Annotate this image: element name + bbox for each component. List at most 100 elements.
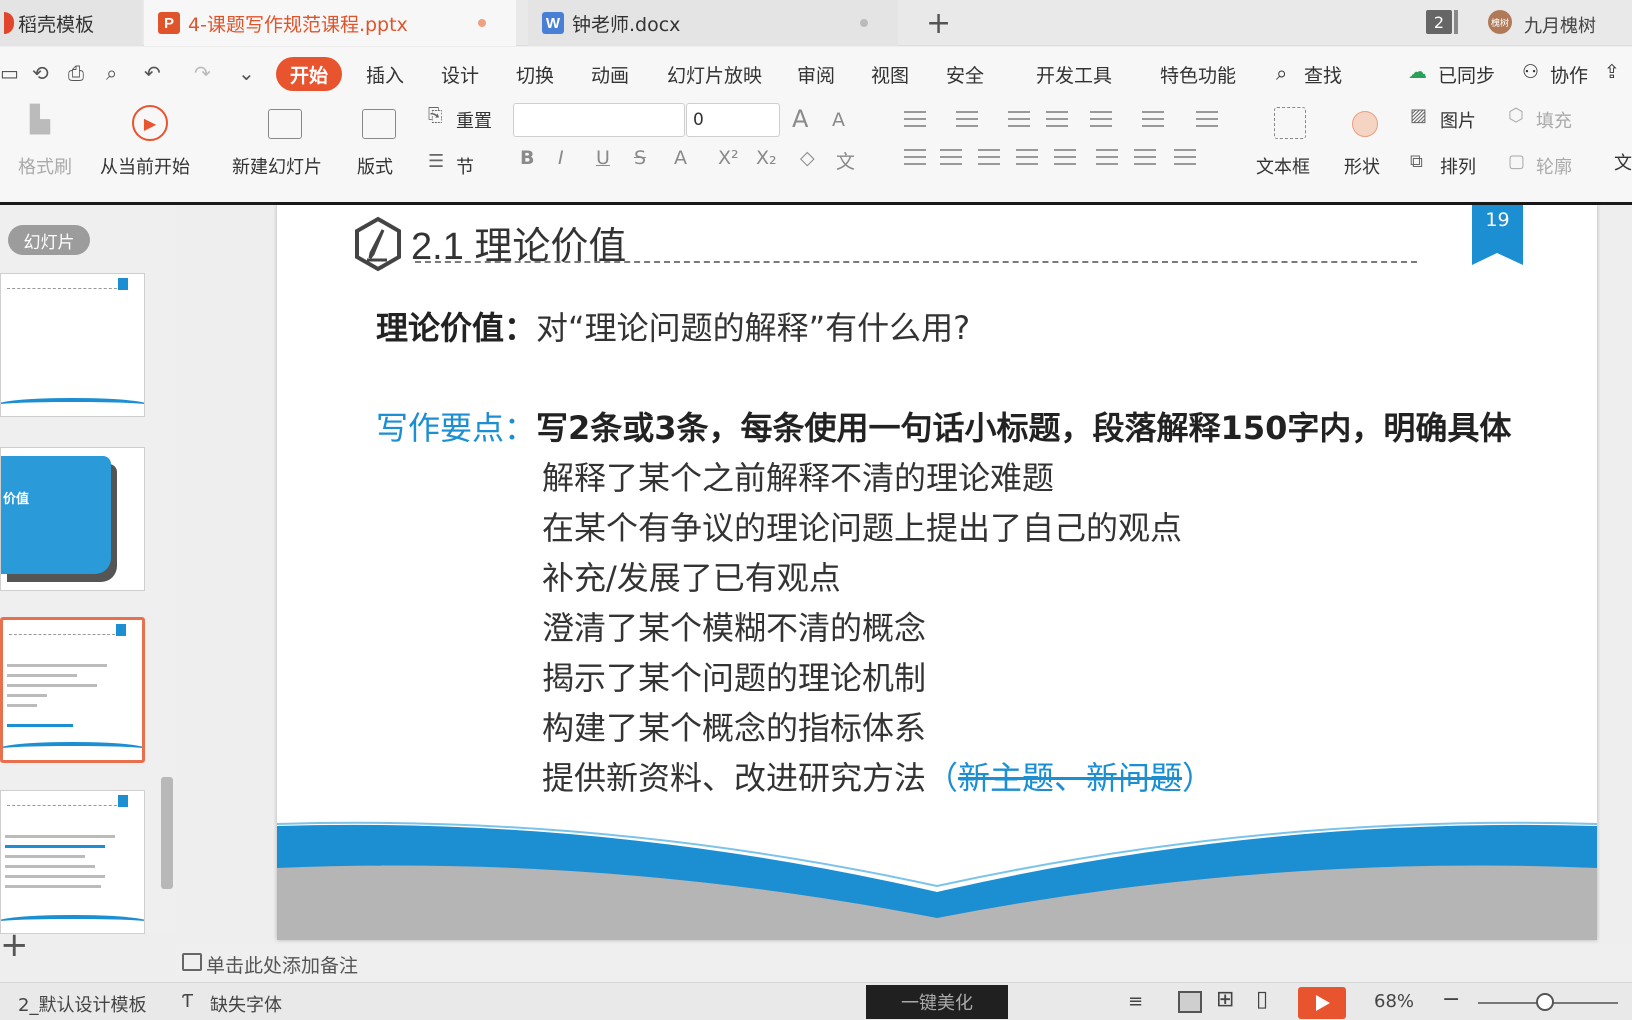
slides-pane-label[interactable]: 幻灯片 [8, 225, 90, 255]
font-grow-icon[interactable]: A [792, 105, 808, 133]
layout-button[interactable]: 版式 [357, 153, 393, 179]
missing-font-button[interactable]: 缺失字体 [210, 991, 282, 1017]
format-painter-button[interactable]: 格式刷 [18, 153, 72, 179]
undo-icon[interactable]: ↶ [144, 61, 161, 85]
bullets-icon[interactable] [904, 111, 926, 127]
slide-sorter-icon[interactable]: ⊞ [1216, 987, 1234, 1012]
new-slide-button[interactable]: 新建幻灯片 [232, 153, 322, 179]
justify-icon[interactable] [1016, 149, 1038, 165]
zoom-level[interactable]: 68% [1374, 991, 1414, 1012]
point-item[interactable]: 在某个有争议的理论问题上提出了自己的观点 [542, 503, 1182, 549]
tab-pptx-document[interactable]: P 4-课题写作规范课程.pptx [144, 0, 516, 46]
font-color-icon[interactable]: A [674, 147, 687, 169]
increase-indent-icon[interactable] [1046, 111, 1068, 127]
zoom-out-icon[interactable]: − [1442, 987, 1460, 1012]
indent-options-icon[interactable] [1134, 149, 1156, 165]
thumbnail-scrollbar[interactable] [161, 777, 173, 889]
point-item[interactable]: 澄清了某个模糊不清的概念 [542, 603, 926, 649]
text-tools-button[interactable]: 文 [1614, 149, 1632, 175]
find-button[interactable]: 查找 [1304, 61, 1342, 88]
font-size-field[interactable]: 0 [686, 103, 780, 137]
one-click-beautify-button[interactable]: 一键美化 [866, 985, 1008, 1019]
add-slide-button[interactable]: + [0, 925, 29, 965]
list-options-icon[interactable] [1174, 149, 1196, 165]
window-count-badge[interactable]: 2 [1426, 10, 1452, 34]
writing-points-line[interactable]: 写作要点：写2条或3条，每条使用一句话小标题，段落解释150字内，明确具体 [376, 403, 1511, 449]
point-item[interactable]: 解释了某个之前解释不清的理论难题 [542, 453, 1054, 499]
numbering-icon[interactable] [956, 111, 978, 127]
tab-templates[interactable]: 稻壳模板 [0, 0, 142, 46]
slideshow-play-button[interactable] [1298, 987, 1346, 1019]
slide-design-template[interactable]: 2_默认设计模板 [18, 991, 146, 1017]
tab-design[interactable]: 设计 [441, 61, 479, 88]
notes-placeholder[interactable]: 单击此处添加备注 [206, 951, 358, 978]
clear-format-icon[interactable]: ◇ [800, 147, 815, 169]
shape-button[interactable]: 形状 [1344, 153, 1380, 179]
slide-thumbnail-2[interactable]: 价值 [0, 447, 145, 591]
picture-button[interactable]: 图片 [1440, 107, 1476, 133]
slide-thumbnail-3-selected[interactable] [0, 617, 145, 763]
point-item-last[interactable]: 提供新资料、改进研究方法（新主题、新问题） [542, 753, 1214, 799]
font-shrink-icon[interactable]: A [832, 109, 845, 131]
tab-review[interactable]: 审阅 [797, 61, 835, 88]
avatar[interactable]: 槐树 [1488, 10, 1512, 34]
align-center-icon[interactable] [940, 149, 962, 165]
strikethrough-icon[interactable]: S [634, 147, 646, 169]
text-box-button[interactable]: 文本框 [1256, 153, 1310, 179]
tab-docx-document[interactable]: W 钟老师.docx [528, 0, 898, 46]
fill-button[interactable]: 填充 [1536, 107, 1572, 133]
zoom-slider-handle[interactable] [1536, 993, 1554, 1011]
outline-button[interactable]: 轮廓 [1536, 153, 1572, 179]
italic-icon[interactable]: I [558, 147, 564, 169]
theory-value-line[interactable]: 理论价值：对“理论问题的解释”有什么用? [376, 303, 970, 349]
paragraph-spacing-icon[interactable] [1096, 149, 1118, 165]
customize-chevron-down-icon[interactable]: ⌄ [238, 61, 255, 85]
slide-canvas[interactable]: 2.1 理论价值 19 理论价值：对“理论问题的解释”有什么用? 写作要点：写2… [277, 205, 1597, 940]
arrange-button[interactable]: 排列 [1440, 153, 1476, 179]
columns-icon[interactable] [1142, 111, 1164, 127]
print-icon[interactable]: ⎙ [68, 61, 84, 85]
tab-status-dot-icon[interactable] [860, 19, 868, 27]
unsaved-dot-icon[interactable] [478, 19, 486, 27]
print-preview-icon[interactable]: ⌕ [106, 61, 117, 85]
align-right-icon[interactable] [978, 149, 1000, 165]
reset-button[interactable]: 重置 [456, 107, 492, 133]
decrease-indent-icon[interactable] [1008, 111, 1030, 127]
share-icon[interactable]: ⇪ [1604, 61, 1620, 83]
tab-view[interactable]: 视图 [871, 61, 909, 88]
redo-icon[interactable]: ↷ [194, 61, 211, 85]
sync-status[interactable]: 已同步 [1438, 61, 1495, 88]
subscript-icon[interactable]: X₂ [756, 147, 777, 169]
user-name[interactable]: 九月槐树 [1524, 12, 1596, 38]
underline-icon[interactable]: U [596, 147, 610, 169]
phonetic-guide-icon[interactable]: 文 [836, 147, 855, 174]
reading-view-icon[interactable]: ▯ [1256, 987, 1268, 1012]
tab-security[interactable]: 安全 [946, 61, 984, 88]
tab-slideshow[interactable]: 幻灯片放映 [667, 61, 762, 88]
notes-pane[interactable]: 单击此处添加备注 [176, 945, 1632, 981]
window-list-icon[interactable] [1454, 10, 1458, 34]
new-tab-button[interactable]: + [926, 6, 951, 41]
tab-developer[interactable]: 开发工具 [1036, 61, 1112, 88]
notes-toggle-icon[interactable]: ≡ [1128, 991, 1143, 1012]
collaborate-button[interactable]: 协作 [1550, 61, 1588, 88]
align-left-icon[interactable] [904, 149, 926, 165]
text-direction-icon[interactable] [1090, 111, 1112, 127]
font-name-field[interactable] [513, 103, 685, 137]
line-spacing-icon[interactable] [1196, 111, 1218, 127]
tab-insert[interactable]: 插入 [366, 61, 404, 88]
tab-transitions[interactable]: 切换 [516, 61, 554, 88]
point-item[interactable]: 补充/发展了已有观点 [542, 553, 841, 599]
tab-animations[interactable]: 动画 [591, 61, 629, 88]
bold-icon[interactable]: B [520, 147, 534, 169]
tab-special-features[interactable]: 特色功能 [1160, 61, 1236, 88]
distribute-icon[interactable] [1054, 149, 1076, 165]
slide-thumbnail-4[interactable] [0, 790, 145, 934]
search-icon[interactable]: ⌕ [1276, 61, 1287, 85]
normal-view-icon[interactable] [1178, 991, 1202, 1013]
point-item[interactable]: 构建了某个概念的指标体系 [542, 703, 926, 749]
file-menu-icon[interactable]: ▭ [0, 61, 19, 85]
tab-home[interactable]: 开始 [276, 57, 342, 91]
play-from-current-button[interactable]: 从当前开始 [100, 153, 190, 179]
slide-thumbnail-1[interactable] [0, 273, 145, 417]
